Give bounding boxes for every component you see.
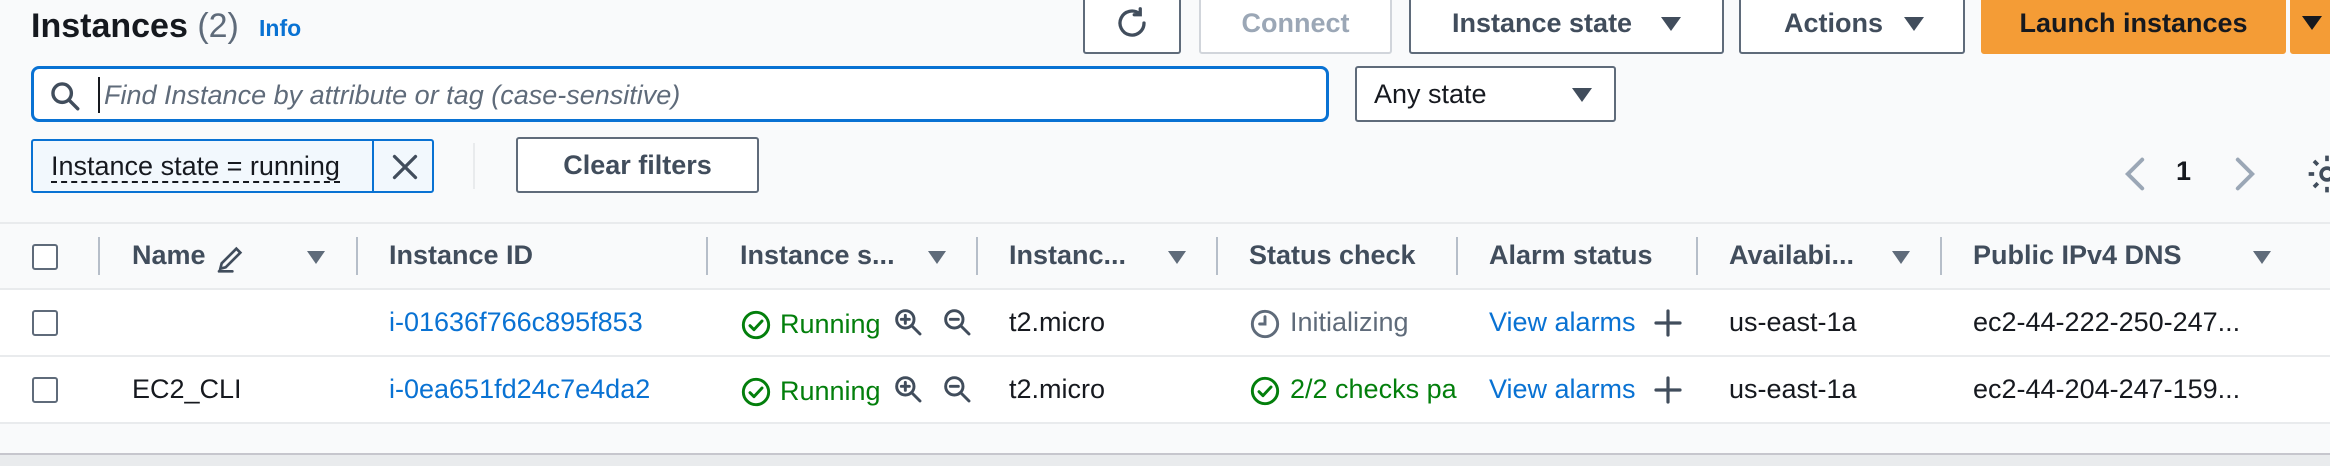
column-separator <box>356 237 358 275</box>
state-filter-value: Any state <box>1374 79 1487 109</box>
column-separator <box>98 237 100 275</box>
table-row[interactable]: i-01636f766c895f853 Running t2.micro Ini… <box>0 290 2330 357</box>
select-all-checkbox[interactable] <box>32 244 58 270</box>
sort-icon[interactable] <box>1892 251 1910 264</box>
column-header-alarm-status[interactable]: Alarm status <box>1489 240 1653 271</box>
chevron-left-icon[interactable] <box>2122 156 2148 192</box>
instance-count: (2) <box>197 7 239 45</box>
refresh-icon <box>1118 7 1146 37</box>
search-input[interactable] <box>98 77 1316 113</box>
clock-icon <box>1249 308 1281 345</box>
actions-label: Actions <box>1784 7 1884 38</box>
table-header: Name Instance ID Instance s... Instanc..… <box>0 222 2330 290</box>
column-header-instance-type[interactable]: Instanc... <box>1009 240 1126 271</box>
status-check-value: 2/2 checks pa <box>1290 374 1457 404</box>
search-box[interactable] <box>31 66 1329 122</box>
refresh-button[interactable] <box>1083 0 1181 54</box>
check-circle-icon <box>740 309 772 346</box>
search-icon <box>48 79 82 113</box>
instance-id-link[interactable]: i-01636f766c895f853 <box>389 306 643 338</box>
column-separator <box>976 237 978 275</box>
column-header-name[interactable]: Name <box>132 240 206 271</box>
instance-state-label: Instance state <box>1452 7 1633 38</box>
status-check-value: Initializing <box>1290 307 1409 337</box>
column-header-instance-state[interactable]: Instance s... <box>740 240 895 271</box>
check-circle-icon <box>740 376 772 413</box>
launch-instances-dropdown[interactable] <box>2290 0 2330 54</box>
close-icon[interactable] <box>387 149 423 185</box>
token-divider <box>372 139 374 193</box>
page-number[interactable]: 1 <box>2176 156 2191 187</box>
column-separator <box>1456 237 1458 275</box>
check-circle-icon <box>1249 375 1281 412</box>
caret-down-icon <box>1572 88 1592 102</box>
column-header-availability-zone[interactable]: Availabi... <box>1729 240 1854 271</box>
column-separator <box>1940 237 1942 275</box>
availability-zone-value: us-east-1a <box>1729 374 1857 404</box>
sort-icon[interactable] <box>928 251 946 264</box>
public-dns-value: ec2-44-204-247-159... <box>1973 374 2241 404</box>
instance-state-button[interactable]: Instance state <box>1409 0 1724 54</box>
state-filter-select[interactable]: Any state <box>1355 66 1616 122</box>
column-header-instance-id[interactable]: Instance ID <box>389 240 533 271</box>
zoom-out-icon[interactable] <box>941 373 973 410</box>
column-separator <box>1216 237 1218 275</box>
availability-zone-value: us-east-1a <box>1729 307 1857 337</box>
view-alarms-link[interactable]: View alarms <box>1489 373 1636 405</box>
page-title: Instances (2) <box>31 4 239 48</box>
instance-id-link[interactable]: i-0ea651fd24c7e4da2 <box>389 373 650 405</box>
instance-type-value: t2.micro <box>1009 374 1106 404</box>
connect-button[interactable]: Connect <box>1199 0 1392 54</box>
zoom-out-icon[interactable] <box>941 306 973 343</box>
filter-token[interactable]: Instance state = running <box>31 139 434 193</box>
sort-icon[interactable] <box>2253 251 2271 264</box>
edit-icon[interactable] <box>215 242 247 279</box>
view-alarms-link[interactable]: View alarms <box>1489 306 1636 338</box>
zoom-in-icon[interactable] <box>892 373 924 410</box>
divider <box>473 143 475 189</box>
column-separator <box>1696 237 1698 275</box>
sort-icon[interactable] <box>307 251 325 264</box>
page-title-text: Instances <box>31 7 188 45</box>
caret-down-icon <box>2302 16 2322 30</box>
row-checkbox[interactable] <box>32 377 58 403</box>
zoom-in-icon[interactable] <box>892 306 924 343</box>
instance-type-value: t2.micro <box>1009 307 1106 337</box>
filter-token-label[interactable]: Instance state = running <box>51 151 340 183</box>
instance-state-value: Running <box>780 376 881 406</box>
caret-down-icon <box>1904 17 1924 31</box>
sort-icon[interactable] <box>1168 251 1186 264</box>
launch-instances-button[interactable]: Launch instances <box>1981 0 2286 54</box>
plus-icon[interactable] <box>1652 307 1684 344</box>
chevron-right-icon[interactable] <box>2232 156 2258 192</box>
column-separator <box>706 237 708 275</box>
caret-down-icon <box>1661 17 1681 31</box>
plus-icon[interactable] <box>1652 374 1684 411</box>
row-checkbox[interactable] <box>32 310 58 336</box>
column-header-status-check[interactable]: Status check <box>1249 240 1416 271</box>
instance-state-value: Running <box>780 309 881 339</box>
clear-filters-button[interactable]: Clear filters <box>516 137 759 193</box>
gear-icon[interactable] <box>2305 152 2330 196</box>
info-link[interactable]: Info <box>259 13 301 43</box>
column-header-public-ipv4-dns[interactable]: Public IPv4 DNS <box>1973 240 2182 271</box>
actions-button[interactable]: Actions <box>1739 0 1965 54</box>
split-panel-divider[interactable] <box>0 453 2330 466</box>
instance-name: EC2_CLI <box>132 374 242 404</box>
public-dns-value: ec2-44-222-250-247... <box>1973 307 2241 337</box>
table-row[interactable]: EC2_CLI i-0ea651fd24c7e4da2 Running t2.m… <box>0 357 2330 424</box>
